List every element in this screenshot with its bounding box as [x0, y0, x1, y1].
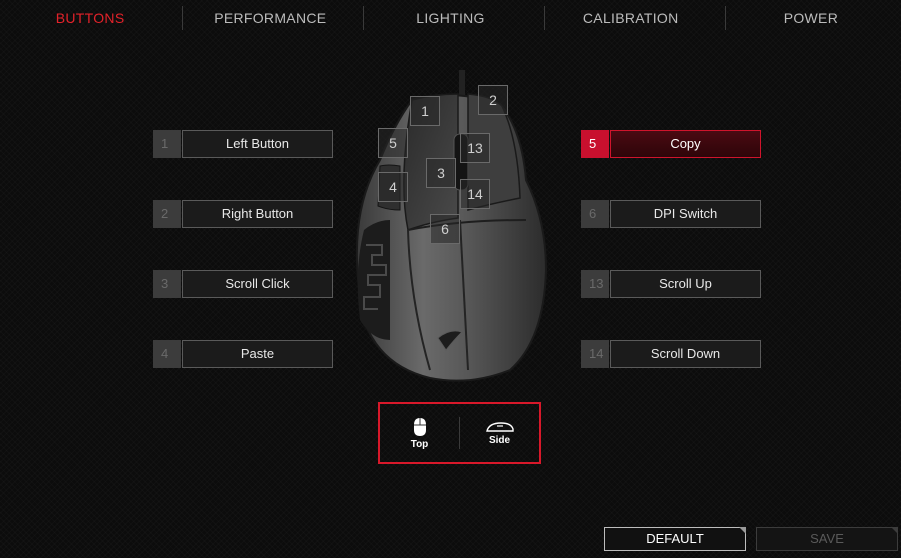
corner-accent [739, 527, 746, 534]
slot-label: Scroll Click [182, 270, 333, 298]
button-slot-1[interactable]: 1 Left Button [153, 130, 333, 158]
mouse-button-label-2[interactable]: 2 [478, 85, 508, 115]
tab-lighting[interactable]: LIGHTING [360, 0, 540, 36]
slot-number: 5 [581, 130, 609, 158]
button-slot-14[interactable]: 14 Scroll Down [581, 340, 761, 368]
mouse-button-label-13[interactable]: 13 [460, 133, 490, 163]
slot-label: Scroll Up [610, 270, 761, 298]
mouse-side-icon [485, 421, 514, 432]
button-slot-13[interactable]: 13 Scroll Up [581, 270, 761, 298]
mouse-button-label-4[interactable]: 4 [378, 172, 408, 202]
top-view-button[interactable]: Top [380, 404, 459, 462]
save-button-label: SAVE [810, 531, 844, 546]
button-slot-5[interactable]: 5 Copy [581, 130, 761, 158]
button-slot-6[interactable]: 6 DPI Switch [581, 200, 761, 228]
tab-buttons[interactable]: BUTTONS [0, 0, 180, 36]
slot-number: 2 [153, 200, 181, 228]
tab-divider [725, 6, 726, 30]
mouse-diagram: 1 2 5 13 3 4 14 6 [350, 70, 550, 390]
slot-number: 13 [581, 270, 609, 298]
tab-divider [363, 6, 364, 30]
slot-label: Left Button [182, 130, 333, 158]
mouse-button-label-5[interactable]: 5 [378, 128, 408, 158]
view-toggle: Top Side [378, 402, 541, 464]
tab-calibration[interactable]: CALIBRATION [541, 0, 721, 36]
side-view-label: Side [488, 434, 511, 446]
mouse-button-label-1[interactable]: 1 [410, 96, 440, 126]
slot-number: 4 [153, 340, 181, 368]
corner-accent [891, 527, 898, 534]
save-button[interactable]: SAVE [756, 527, 898, 551]
slot-label: DPI Switch [610, 200, 761, 228]
slot-label: Right Button [182, 200, 333, 228]
tab-performance[interactable]: PERFORMANCE [180, 0, 360, 36]
main-tabs: BUTTONS PERFORMANCE LIGHTING CALIBRATION… [0, 0, 901, 36]
slot-label: Scroll Down [610, 340, 761, 368]
tab-power[interactable]: POWER [721, 0, 901, 36]
slot-label: Paste [182, 340, 333, 368]
default-button[interactable]: DEFAULT [604, 527, 746, 551]
slot-label: Copy [610, 130, 761, 158]
button-slot-4[interactable]: 4 Paste [153, 340, 333, 368]
tab-divider [544, 6, 545, 30]
slot-number: 1 [153, 130, 181, 158]
button-slot-2[interactable]: 2 Right Button [153, 200, 333, 228]
slot-number: 3 [153, 270, 181, 298]
top-view-label: Top [410, 438, 429, 450]
slot-number: 14 [581, 340, 609, 368]
mouse-top-icon [413, 417, 426, 436]
mouse-button-label-14[interactable]: 14 [460, 179, 490, 209]
tab-divider [182, 6, 183, 30]
slot-number: 6 [581, 200, 609, 228]
button-slot-3[interactable]: 3 Scroll Click [153, 270, 333, 298]
mouse-button-label-6[interactable]: 6 [430, 214, 460, 244]
mouse-button-label-3[interactable]: 3 [426, 158, 456, 188]
default-button-label: DEFAULT [646, 531, 704, 546]
side-view-button[interactable]: Side [460, 404, 539, 462]
